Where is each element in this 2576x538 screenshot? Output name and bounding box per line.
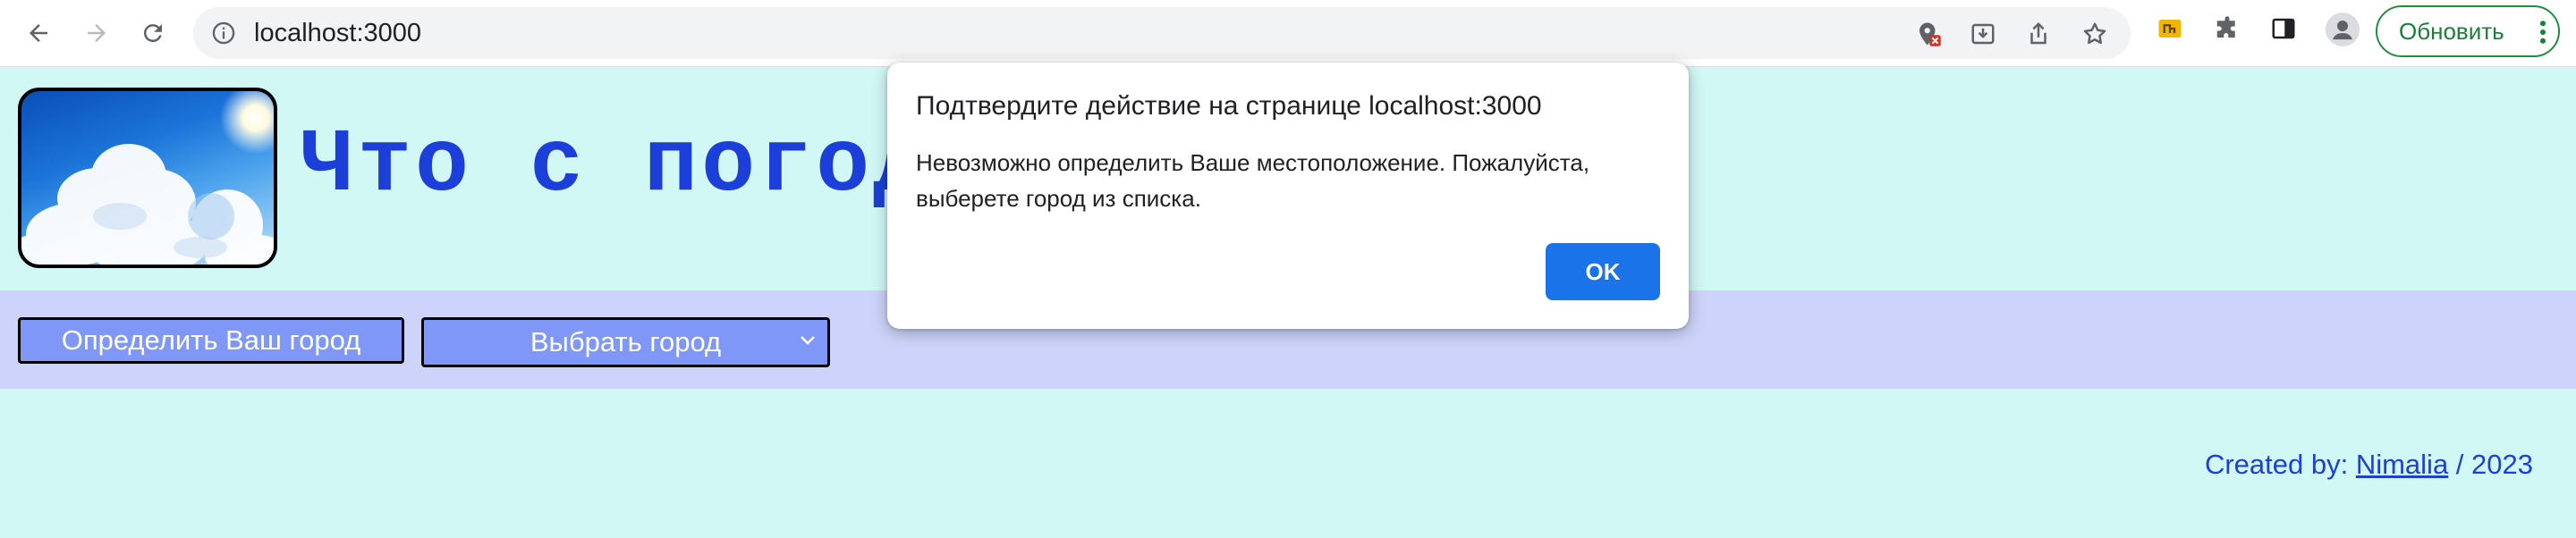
footer-suffix: / 2023 — [2448, 449, 2533, 480]
forward-button[interactable] — [76, 13, 117, 54]
more-menu-icon[interactable] — [2538, 21, 2547, 44]
bookmark-star-icon[interactable] — [2081, 21, 2108, 47]
footer-prefix: Created by: — [2204, 449, 2356, 480]
side-panel-icon[interactable] — [2269, 15, 2298, 42]
confirm-dialog: Подтвердите действие на странице localho… — [887, 63, 1689, 329]
sky-clouds-image — [21, 91, 274, 265]
share-icon[interactable] — [2025, 21, 2052, 47]
dialog-message: Невозможно определить Ваше местоположени… — [916, 145, 1667, 216]
update-browser-button[interactable]: Обновить — [2376, 5, 2560, 57]
city-select[interactable]: Выбрать город — [421, 317, 830, 367]
chevron-down-icon — [801, 336, 815, 345]
profile-avatar-icon[interactable] — [2326, 13, 2360, 46]
footer-credits: Created by: Nimalia / 2023 — [2205, 449, 2533, 481]
update-label: Обновить — [2399, 17, 2504, 45]
extension-yellow-icon[interactable] — [2156, 15, 2184, 42]
ok-button[interactable]: OK — [1546, 243, 1660, 300]
dialog-message-line1: Невозможно определить Ваше местоположени… — [916, 149, 1590, 176]
back-button[interactable] — [18, 13, 59, 54]
browser-toolbar: localhost:3000 Обновить — [0, 0, 2576, 67]
reload-button[interactable] — [132, 13, 174, 54]
dialog-message-line2: выберете город из списка. — [916, 185, 1201, 212]
url-text[interactable]: localhost:3000 — [254, 7, 421, 59]
location-blocked-icon[interactable] — [1915, 21, 1942, 47]
weather-logo — [18, 88, 277, 268]
reload-icon — [143, 24, 162, 43]
city-select-label: Выбрать город — [530, 326, 722, 357]
extensions-puzzle-icon[interactable] — [2213, 15, 2241, 42]
arrow-left-icon — [30, 24, 47, 42]
info-icon[interactable] — [211, 21, 236, 46]
dialog-title: Подтвердите действие на странице localho… — [916, 91, 1542, 121]
address-bar[interactable]: localhost:3000 — [193, 7, 2131, 59]
install-app-icon[interactable] — [1970, 21, 1996, 47]
detect-city-button[interactable]: Определить Ваш город — [18, 317, 404, 364]
arrow-right-icon — [88, 24, 106, 42]
author-link[interactable]: Nimalia — [2356, 449, 2448, 480]
page-title: Что с погод — [301, 116, 931, 217]
